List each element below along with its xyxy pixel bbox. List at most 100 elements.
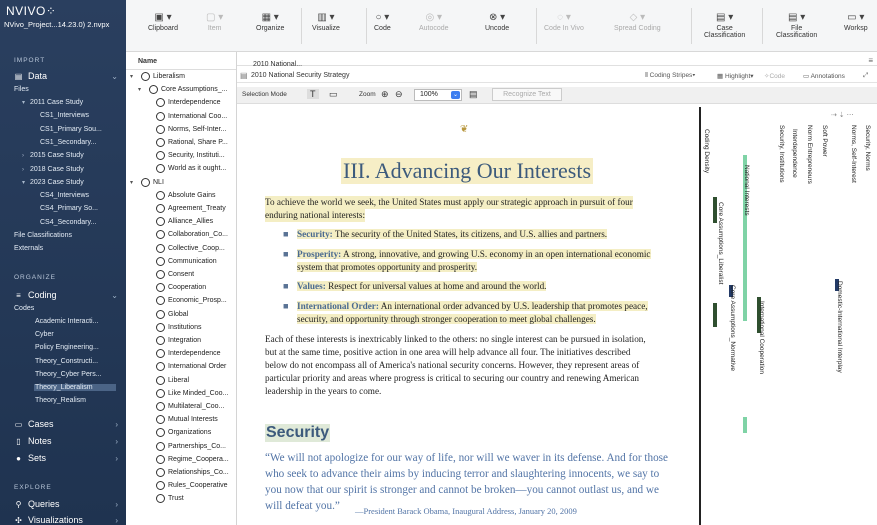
stripe-label[interactable]: Domestic-International Interplay (836, 281, 843, 373)
nav-notes[interactable]: ▯ Notes › (14, 436, 118, 446)
code-node[interactable]: Multilateral_Coo... (156, 402, 224, 411)
code-node[interactable]: ▾ NLI (130, 177, 164, 187)
coding-stripe[interactable] (713, 303, 717, 327)
coding-stripe[interactable] (743, 417, 747, 433)
data-tree-item[interactable]: ▾ 2023 Case Study (22, 179, 84, 186)
stripe-label[interactable]: International Cooperation (758, 301, 765, 374)
ribbon-case-classification[interactable]: ▤ ▾ Case Classification (704, 12, 745, 39)
ribbon-autocode[interactable]: ◎ ▾ Autocode (419, 12, 449, 32)
code-folder-item[interactable]: Theory_Liberalism (34, 384, 116, 391)
nav-visualizations[interactable]: ✣ Visualizations › (14, 515, 118, 525)
code-node[interactable]: Trust (156, 494, 184, 504)
ribbon-file-classification[interactable]: ▤ ▾ File Classification (776, 12, 817, 39)
code-radio[interactable] (156, 230, 165, 240)
code-node[interactable]: Like Minded_Coo... (156, 388, 228, 398)
code-radio[interactable] (156, 164, 165, 174)
code-radio[interactable] (156, 296, 165, 306)
code-radio[interactable] (156, 428, 165, 438)
zoom-out-icon[interactable]: ⊖ (395, 89, 403, 100)
data-tree-item[interactable]: CS1_Interviews (40, 112, 89, 119)
code-radio[interactable] (156, 256, 165, 266)
code-node[interactable]: Partnerships_Co... (156, 441, 226, 451)
chevron-right-icon[interactable]: › (115, 500, 118, 509)
nav-coding[interactable]: ≡ Coding ⌄ (14, 290, 118, 300)
code-radio[interactable] (156, 270, 165, 279)
stripe-label[interactable]: Interdependence (791, 129, 798, 178)
code-node[interactable]: Economic_Prosp... (156, 296, 227, 306)
code-node[interactable]: Rules_Cooperative (156, 481, 228, 491)
code-node[interactable]: Consent (156, 270, 194, 279)
ribbon-visualize[interactable]: ▥ ▾ Visualize (312, 12, 340, 32)
code-radio[interactable] (156, 415, 165, 425)
chevron-right-icon[interactable]: › (115, 454, 118, 463)
chevron-right-icon[interactable]: › (22, 167, 30, 173)
highlight-button[interactable]: ▦ Highlight▾ (717, 72, 754, 80)
annotations-button[interactable]: ▭ Annotations (803, 72, 845, 80)
recognize-text-button[interactable]: Recognize Text (492, 88, 562, 101)
code-folder-item[interactable]: Theory_Cyber Pers... (34, 371, 102, 378)
page-icon[interactable]: ▤ (469, 89, 478, 100)
ribbon-code-in-vivo[interactable]: ◌ ▾ Code In Vivo (544, 12, 584, 32)
code-node[interactable]: Rational, Share P... (156, 138, 228, 147)
code-node[interactable]: Cooperation (156, 283, 206, 293)
code-folder-item[interactable]: Theory_Constructi... (34, 358, 98, 365)
data-tree-item[interactable]: Externals (14, 245, 43, 252)
stripe-label[interactable]: National Interests (743, 165, 750, 216)
code-radio[interactable] (156, 322, 165, 332)
code-radio[interactable] (156, 283, 165, 293)
nav-data[interactable]: ▤ Data ⌄ (14, 71, 118, 81)
zoom-in-icon[interactable]: ⊕ (381, 89, 389, 100)
nav-queries[interactable]: ⚲ Queries › (14, 499, 118, 509)
chevron-down-icon[interactable]: ▾ (130, 73, 138, 80)
code-radio[interactable] (156, 362, 165, 372)
code-radio[interactable] (156, 204, 165, 213)
code-node[interactable]: ▾ Core Assumptions_... (138, 85, 228, 95)
chevron-right-icon[interactable]: › (115, 437, 118, 446)
text-select-icon[interactable]: T (307, 89, 319, 99)
chevron-right-icon[interactable]: › (22, 153, 30, 159)
region-select-icon[interactable]: ▭ (329, 89, 338, 100)
code-radio[interactable] (156, 138, 165, 147)
code-radio[interactable] (156, 124, 165, 134)
column-header-name[interactable]: Name (126, 52, 236, 70)
chevron-right-icon[interactable]: › (115, 516, 118, 525)
nav-files[interactable]: Files (14, 86, 29, 93)
code-node[interactable]: Mutual Interests (156, 415, 218, 425)
code-radio[interactable] (156, 375, 165, 385)
code-radio[interactable] (141, 177, 150, 187)
project-name[interactable]: NVivo_Project...14.23.0) 2.nvpx (4, 20, 109, 29)
code-node[interactable]: Security, Instituti... (156, 151, 225, 161)
code-node[interactable]: Alliance_Allies (156, 217, 213, 227)
chevron-down-icon[interactable]: ▾ (130, 179, 138, 186)
ribbon-spread-coding[interactable]: ◇ ▾ Spread Coding (614, 12, 661, 32)
nav-sets[interactable]: ● Sets › (14, 453, 118, 463)
stripe-label[interactable]: Norms, Self-Interest (850, 125, 857, 183)
code-radio[interactable] (156, 336, 165, 345)
code-node[interactable]: Communication (156, 256, 217, 266)
code-radio[interactable] (156, 190, 165, 200)
stripe-label[interactable]: Security, Norms (864, 125, 871, 171)
code-node[interactable]: Interdependence (156, 349, 221, 359)
ribbon-item[interactable]: ▢ ▾ Item (206, 12, 223, 32)
code-node[interactable]: Organizations (156, 428, 211, 438)
code-node[interactable]: Absolute Gains (156, 190, 215, 200)
chevron-down-icon[interactable]: ▾ (22, 99, 30, 106)
coding-stripes-button[interactable]: ⦀ Coding Stripes▾ (645, 72, 695, 80)
nav-cases[interactable]: ▭ Cases › (14, 419, 118, 429)
chevron-right-icon[interactable]: › (115, 420, 118, 429)
code-folder-item[interactable]: Theory_Realism (34, 397, 86, 404)
stripe-label[interactable]: Security, Institutions (778, 125, 785, 183)
menu-icon[interactable]: ≡ (868, 56, 873, 65)
stripe-label[interactable]: Core Assumptions_Normative (729, 285, 736, 371)
stripe-label[interactable]: Soft Power (821, 125, 828, 157)
expand-icon[interactable]: ⤢ (863, 72, 868, 80)
arrows-icon[interactable]: ⇢ ⇣ ⋯ (831, 111, 854, 119)
code-radio[interactable] (156, 402, 165, 411)
code-folder-item[interactable]: Academic Interacti... (34, 318, 98, 325)
stripe-label[interactable]: Core Assumptions_Liberalist (717, 202, 724, 284)
stripe-label[interactable]: Norm Entrepreneurs (806, 125, 813, 184)
chevron-down-icon[interactable]: ▾ (138, 86, 146, 93)
code-radio[interactable] (156, 468, 165, 477)
ribbon-worksp[interactable]: ▭ ▾ Worksp (844, 12, 868, 32)
data-tree-item[interactable]: CS4_Interviews (40, 192, 89, 199)
